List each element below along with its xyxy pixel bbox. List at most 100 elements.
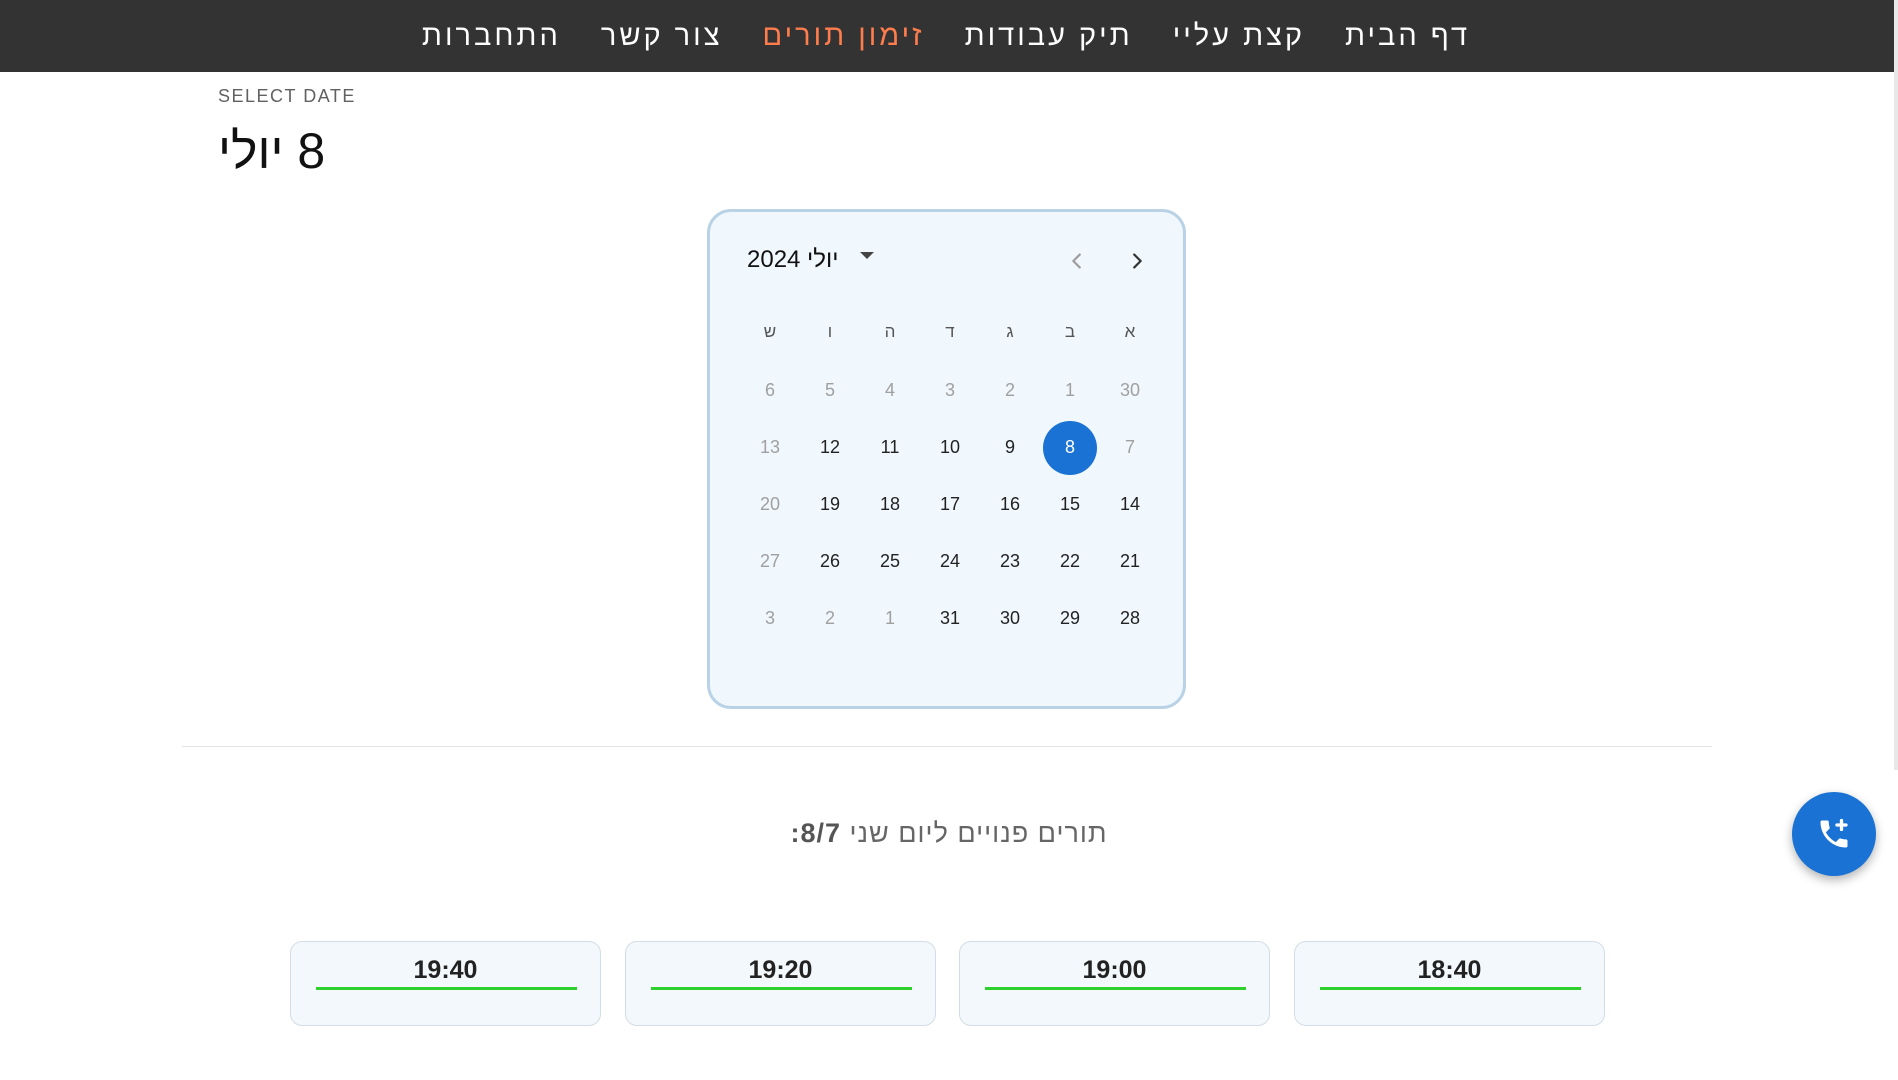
calendar-day-number: 22 <box>1059 551 1081 571</box>
calendar-day[interactable]: 30 <box>1100 364 1160 418</box>
calendar-day-number: 10 <box>939 437 961 457</box>
nav-item-4[interactable]: צור קשר <box>601 20 723 53</box>
nav-item-2[interactable]: תיק עבודות <box>965 20 1133 53</box>
calendar-day[interactable]: 24 <box>920 535 980 589</box>
calendar-day[interactable]: 10 <box>920 421 980 475</box>
time-slot-button[interactable]: 19:40 <box>290 941 601 1026</box>
calendar-header: יולי 2024 <box>710 212 1183 312</box>
calendar-day[interactable]: 5 <box>800 364 860 418</box>
calendar-day[interactable]: 1 <box>860 592 920 646</box>
calendar-day-number: 9 <box>1004 437 1015 457</box>
nav-item-0[interactable]: דף הבית <box>1345 20 1470 53</box>
calendar-day[interactable]: 31 <box>920 592 980 646</box>
calendar-day-number: 23 <box>999 551 1021 571</box>
select-date-label: SELECT DATE <box>218 86 356 106</box>
calendar-day[interactable]: 23 <box>980 535 1040 589</box>
calendar-day[interactable]: 9 <box>980 421 1040 475</box>
calendar-day[interactable]: 11 <box>860 421 920 475</box>
calendar-day-number: 24 <box>939 551 961 571</box>
nav-item-3[interactable]: זימון תורים <box>763 20 925 53</box>
time-slot-label: 19:00 <box>1082 956 1147 984</box>
time-slot-label: 18:40 <box>1417 956 1482 984</box>
calendar-day[interactable]: 16 <box>980 478 1040 532</box>
chevron-left-icon <box>1072 253 1081 269</box>
calendar-day[interactable]: 7 <box>1100 421 1160 475</box>
calendar-day[interactable]: 26 <box>800 535 860 589</box>
calendar-day[interactable]: 3 <box>740 592 800 646</box>
nav-item-5[interactable]: התחברות <box>422 20 561 53</box>
calendar-day[interactable]: 22 <box>1040 535 1100 589</box>
calendar-day[interactable]: 12 <box>800 421 860 475</box>
calendar-day[interactable]: 28 <box>1100 592 1160 646</box>
calendar-day-number: 14 <box>1119 494 1141 514</box>
phone-add-icon <box>1820 818 1848 848</box>
nav-item-1[interactable]: קצת עליי <box>1173 20 1305 53</box>
slot-availability-bar <box>651 987 912 990</box>
nav-items: דף הבית קצת עליי תיק עבודות זימון תורים צור … <box>422 20 1470 53</box>
calendar-week-row: 21 22 23 24 25 26 27 <box>740 533 1160 590</box>
calendar-day-selected[interactable]: 8 <box>1040 420 1100 475</box>
weekday-label: א <box>1124 322 1136 341</box>
calendar-day-number: 15 <box>1059 494 1081 514</box>
calendar-day[interactable]: 18 <box>860 478 920 532</box>
calendar-day[interactable]: 15 <box>1040 478 1100 532</box>
scrollbar-track[interactable] <box>1894 0 1898 770</box>
calendar-day[interactable]: 29 <box>1040 592 1100 646</box>
calendar-day-number: 2 <box>824 608 835 628</box>
calendar-day[interactable]: 30 <box>980 592 1040 646</box>
slots-title-colon: : <box>790 818 801 848</box>
calendar-day-number: 3 <box>944 380 955 400</box>
calendar-week-row: 28 29 30 31 1 2 3 <box>740 590 1160 647</box>
calendar-day[interactable]: 14 <box>1100 478 1160 532</box>
calendar-day[interactable]: 21 <box>1100 535 1160 589</box>
previous-month-button[interactable] <box>1062 246 1092 276</box>
calendar-day[interactable]: 2 <box>980 364 1040 418</box>
calendar-day-number: 31 <box>939 608 961 628</box>
calendar-day-number: 8 <box>1043 420 1097 475</box>
calendar-day[interactable]: 4 <box>860 364 920 418</box>
month-year-label[interactable]: יולי 2024 <box>747 246 838 274</box>
calendar-day-number: 3 <box>764 608 775 628</box>
calendar-day-number: 19 <box>819 494 841 514</box>
calendar-day-number: 27 <box>759 551 781 571</box>
calendar-day-number: 18 <box>879 494 901 514</box>
calendar-day-number: 26 <box>819 551 841 571</box>
time-slot-button[interactable]: 19:20 <box>625 941 936 1026</box>
calendar-day-number: 4 <box>884 380 895 400</box>
calendar-day[interactable]: 20 <box>740 478 800 532</box>
calendar-day[interactable]: 3 <box>920 364 980 418</box>
calendar-day-number: 20 <box>759 494 781 514</box>
calendar-day[interactable]: 2 <box>800 592 860 646</box>
selected-date-heading: 8 יולי <box>218 123 326 179</box>
chevron-right-icon <box>1133 253 1142 269</box>
top-navbar: דף הבית קצת עליי תיק עבודות זימון תורים צור … <box>0 0 1898 72</box>
weekday-header-row: אבגדהוש <box>740 312 1160 352</box>
calendar-day-number: 11 <box>880 437 900 457</box>
calendar-day[interactable]: 27 <box>740 535 800 589</box>
month-dropdown-icon[interactable] <box>860 252 874 259</box>
calendar-day[interactable]: 19 <box>800 478 860 532</box>
calendar-day[interactable]: 25 <box>860 535 920 589</box>
calendar-day[interactable]: 13 <box>740 421 800 475</box>
calendar-day-number: 16 <box>999 494 1021 514</box>
calendar-day[interactable]: 17 <box>920 478 980 532</box>
weekday-label: ד <box>945 322 955 341</box>
weekday-label: ו <box>827 322 833 341</box>
calendar-day-number: 29 <box>1059 608 1081 628</box>
calendar-day-number: 5 <box>824 380 835 400</box>
call-button[interactable] <box>1792 792 1876 876</box>
calendar-week-row: 30 1 2 3 4 5 6 <box>740 362 1160 419</box>
time-slot-label: 19:40 <box>413 956 478 984</box>
calendar-day[interactable]: 1 <box>1040 364 1100 418</box>
slots-title-date: 8/7 <box>800 818 841 848</box>
time-slot-button[interactable]: 19:00 <box>959 941 1270 1026</box>
calendar-day[interactable]: 6 <box>740 364 800 418</box>
calendar-day-number: 28 <box>1119 608 1141 628</box>
next-month-button[interactable] <box>1122 246 1152 276</box>
slot-availability-bar <box>1320 987 1581 990</box>
calendar-day-number: 2 <box>1004 380 1015 400</box>
weekday-label: ב <box>1064 322 1076 341</box>
weekday-label: ש <box>763 322 777 341</box>
time-slot-button[interactable]: 18:40 <box>1294 941 1605 1026</box>
calendar-day-number: 30 <box>1119 380 1141 400</box>
